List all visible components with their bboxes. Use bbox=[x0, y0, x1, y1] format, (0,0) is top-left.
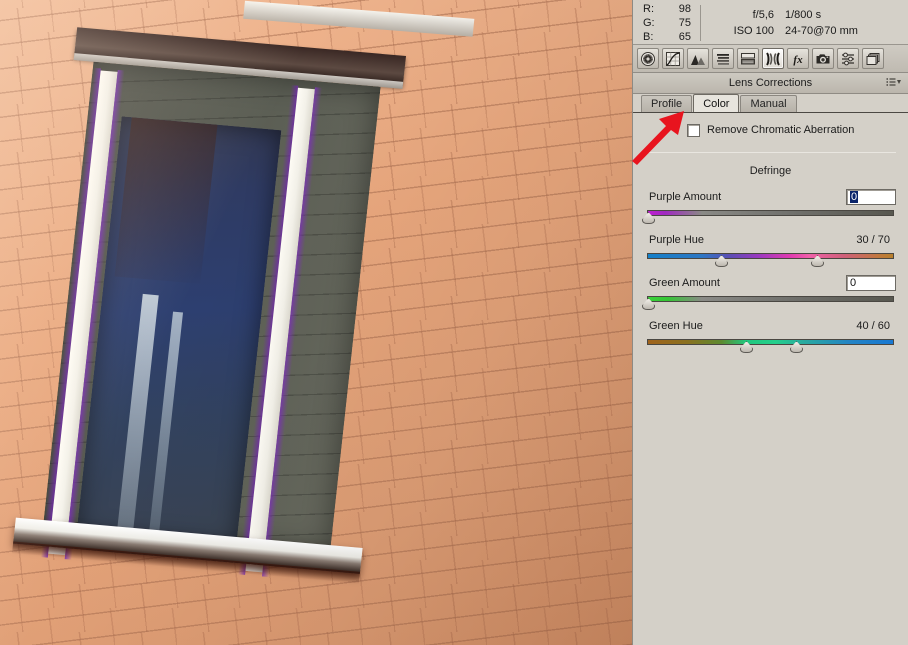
info-strip: R: 98 G: 75 B: 65 f/5,6 1/800 s ISO 100 … bbox=[633, 0, 908, 45]
panel-menu-icon[interactable] bbox=[886, 77, 902, 87]
panel-body: Remove Chromatic Aberration Defringe Pur… bbox=[633, 113, 908, 353]
green-amount-input[interactable]: 0 bbox=[846, 275, 896, 291]
exif-aperture: f/5,6 bbox=[752, 9, 774, 21]
slider-header: Purple Hue 30 / 70 bbox=[643, 231, 898, 249]
green-amount-label: Green Amount bbox=[649, 277, 720, 289]
exif-lens: 24-70@70 mm bbox=[785, 25, 858, 37]
exif-iso: ISO 100 bbox=[733, 25, 774, 37]
slider-header: Green Amount 0 bbox=[643, 274, 898, 292]
panel-title: Lens Corrections bbox=[728, 77, 813, 89]
presets-sliders-icon[interactable] bbox=[837, 48, 859, 69]
photo-preview[interactable] bbox=[0, 0, 632, 645]
lens-correction-tabs: Profile Color Manual bbox=[633, 94, 908, 113]
lens-corrections-icon[interactable] bbox=[762, 48, 784, 69]
defringe-section-title: Defringe bbox=[749, 165, 792, 177]
rgb-label-r: R: bbox=[643, 3, 654, 15]
purple-amount-track-wrap[interactable] bbox=[642, 208, 898, 224]
detail-icon[interactable] bbox=[737, 48, 759, 69]
purple-amount-track[interactable] bbox=[647, 210, 894, 216]
info-divider bbox=[700, 5, 701, 41]
rgb-row: B: 65 bbox=[643, 30, 691, 44]
panel-icon-toolbar: fx bbox=[633, 45, 908, 73]
slider-purple-amount: Purple Amount 0 bbox=[642, 188, 898, 224]
green-amount-value: 0 bbox=[850, 277, 857, 289]
purple-amount-value: 0 bbox=[850, 191, 859, 203]
effects-fx-icon[interactable]: fx bbox=[787, 48, 809, 69]
exif-row: f/5,6 1/800 s bbox=[712, 7, 884, 23]
camera-calibration-icon[interactable] bbox=[812, 48, 834, 69]
rgb-value-g: 75 bbox=[678, 17, 691, 29]
develop-right-panel: R: 98 G: 75 B: 65 f/5,6 1/800 s ISO 100 … bbox=[632, 0, 908, 645]
green-amount-track[interactable] bbox=[647, 296, 894, 302]
slider-purple-hue: Purple Hue 30 / 70 bbox=[643, 231, 898, 267]
rgb-value-b: 65 bbox=[678, 31, 691, 43]
svg-text:fx: fx bbox=[793, 54, 803, 66]
purple-hue-value[interactable]: 30 / 70 bbox=[856, 234, 896, 246]
green-hue-label: Green Hue bbox=[649, 320, 703, 332]
split-toning-icon[interactable] bbox=[712, 48, 734, 69]
rgb-row: G: 75 bbox=[643, 16, 691, 30]
app-root: R: 98 G: 75 B: 65 f/5,6 1/800 s ISO 100 … bbox=[0, 0, 908, 645]
green-hue-track-wrap[interactable] bbox=[643, 337, 898, 353]
purple-hue-track-wrap[interactable] bbox=[643, 251, 898, 267]
rgb-label-g: G: bbox=[643, 17, 655, 29]
wall-lighting-overlay bbox=[0, 0, 632, 645]
snapshots-icon[interactable] bbox=[862, 48, 884, 69]
panel-header[interactable]: Lens Corrections bbox=[633, 73, 908, 94]
rgb-readout: R: 98 G: 75 B: 65 bbox=[643, 2, 691, 44]
exif-row: ISO 100 24-70@70 mm bbox=[712, 23, 884, 39]
remove-chromatic-aberration-checkbox[interactable] bbox=[687, 123, 700, 137]
remove-chromatic-aberration-row[interactable]: Remove Chromatic Aberration bbox=[643, 113, 898, 147]
slider-header: Green Hue 40 / 60 bbox=[643, 317, 898, 335]
slider-green-hue: Green Hue 40 / 60 bbox=[643, 317, 898, 353]
rgb-value-r: 98 bbox=[678, 3, 691, 15]
tab-color[interactable]: Color bbox=[693, 94, 740, 112]
rgb-row: R: 98 bbox=[643, 2, 691, 16]
slider-header: Purple Amount 0 bbox=[643, 188, 898, 206]
tab-profile[interactable]: Profile bbox=[641, 95, 693, 112]
purple-hue-track[interactable] bbox=[647, 253, 894, 259]
basic-panel-icon[interactable] bbox=[637, 48, 659, 69]
slider-green-amount: Green Amount 0 bbox=[642, 274, 898, 310]
hsl-color-icon[interactable] bbox=[687, 48, 709, 69]
purple-amount-label: Purple Amount bbox=[649, 191, 722, 203]
green-hue-track[interactable] bbox=[647, 339, 894, 345]
purple-hue-label: Purple Hue bbox=[649, 234, 705, 246]
remove-chromatic-aberration-label: Remove Chromatic Aberration bbox=[707, 124, 855, 136]
purple-amount-input[interactable]: 0 bbox=[846, 189, 896, 205]
tab-manual[interactable]: Manual bbox=[740, 95, 797, 112]
exif-shutter: 1/800 s bbox=[785, 9, 822, 21]
green-amount-track-wrap[interactable] bbox=[642, 294, 898, 310]
green-hue-value[interactable]: 40 / 60 bbox=[856, 320, 896, 332]
rgb-label-b: B: bbox=[643, 31, 654, 43]
tone-curve-icon[interactable] bbox=[662, 48, 684, 69]
exif-readout: f/5,6 1/800 s ISO 100 24-70@70 mm bbox=[712, 7, 884, 39]
section-divider bbox=[645, 152, 896, 153]
